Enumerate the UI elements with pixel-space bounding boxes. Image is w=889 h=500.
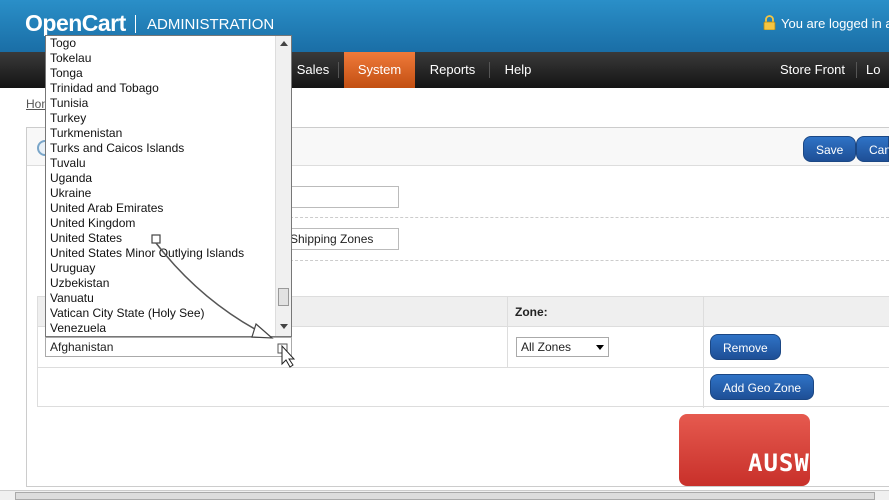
watermark-text: AUSWEB (748, 449, 841, 477)
hscroll-thumb[interactable] (15, 492, 875, 500)
horizontal-scrollbar[interactable] (0, 490, 889, 500)
